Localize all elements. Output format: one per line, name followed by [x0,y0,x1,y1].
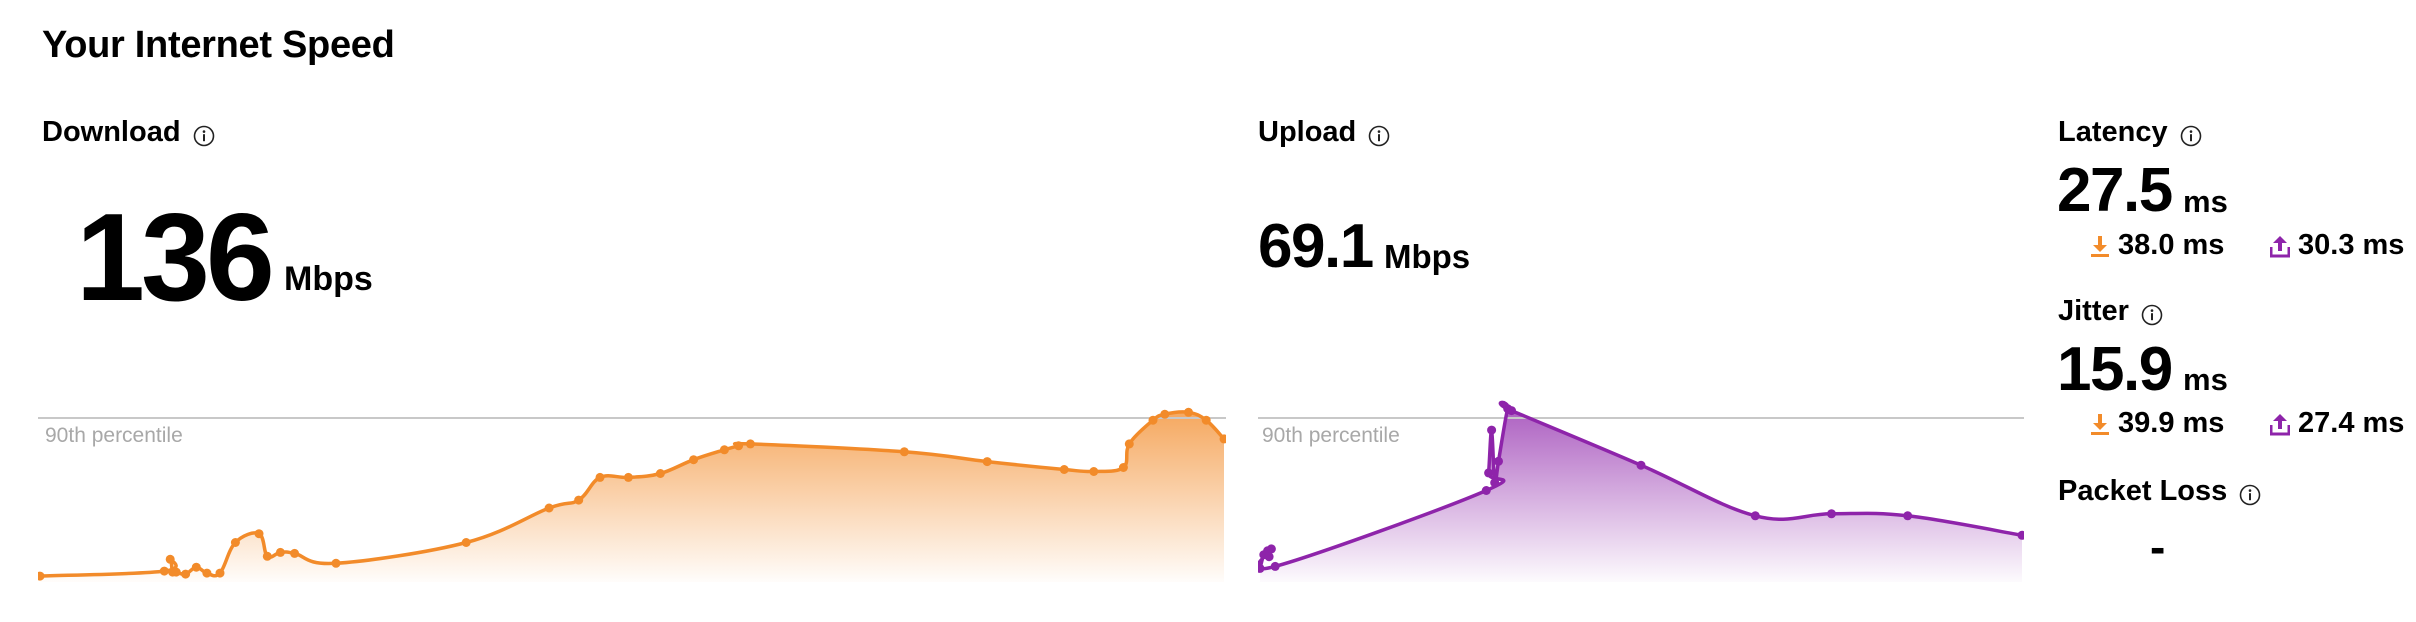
download-point [165,554,175,564]
download-point [1124,439,1134,449]
download-point [1059,465,1069,474]
download-point [202,568,212,578]
upload-point [1266,544,1276,554]
upload-speed-value: 69.1 [1258,212,1374,281]
download-area [40,411,1224,582]
download-point [595,472,605,482]
download-point [544,503,554,513]
packet-loss-value: - [2150,521,2166,573]
download-point [254,529,264,539]
download-speed-value: 136 [76,189,275,327]
info-icon[interactable] [1368,122,1390,146]
download-point [655,469,665,478]
upload-point [1487,425,1497,435]
jitter-unit: ms [2183,362,2228,397]
upload-point [1264,552,1274,562]
info-icon[interactable] [2141,301,2163,325]
download-speed-unit: Mbps [284,260,373,298]
download-point [191,562,201,572]
download-point [171,567,181,577]
upload-point [1750,511,1760,521]
download-point [1184,407,1193,417]
jitter-value: 15.9 [2057,335,2173,404]
download-point [689,455,699,465]
download-point [159,566,169,576]
download-point [719,445,729,455]
upload-point [1490,478,1500,488]
info-icon[interactable] [2239,481,2261,505]
jitter-download: 39.9 ms [2090,407,2224,440]
download-point [230,538,240,547]
latency-label: Latency [2058,116,2168,148]
upload-point [1481,486,1491,495]
jitter-download-value: 39.9 ms [2118,407,2225,439]
download-label-row: Download [42,116,215,149]
download-chart: 90th percentile [38,407,1226,582]
download-point [1160,409,1170,419]
info-icon[interactable] [193,122,215,146]
download-point [262,551,272,561]
latency-download-value: 38.0 ms [2118,229,2225,261]
jitter-upload: 27.4 ms [2270,407,2404,440]
download-point [574,495,584,505]
upload-point [1484,468,1494,478]
packet-loss-label-row: Packet Loss [2058,475,2261,508]
page-title: Your Internet Speed [42,24,395,66]
download-point [899,447,909,457]
upload-point [1903,511,1913,521]
latency-upload: 30.3 ms [2270,229,2404,262]
latency-unit: ms [2183,184,2228,219]
download-point [982,457,992,467]
download-point [745,439,755,449]
upload-speed-unit: Mbps [1384,238,1471,275]
upload-point [1494,456,1503,466]
upload-percentile-label: 90th percentile [1262,424,1400,447]
latency-download: 38.0 ms [2090,229,2224,262]
upload-point [1636,460,1646,470]
latency-value: 27.5 [2057,156,2173,225]
jitter-upload-value: 27.4 ms [2298,407,2405,439]
upload-icon [2270,413,2290,435]
upload-label: Upload [1258,116,1357,148]
download-point [181,569,191,579]
download-point [1089,467,1099,476]
download-point [623,472,633,482]
upload-chart: 90th percentile [1258,400,2024,582]
download-icon [2091,235,2109,257]
download-percentile-label: 90th percentile [45,424,183,447]
jitter-label: Jitter [2058,295,2129,327]
download-point [461,538,471,547]
download-point [290,548,300,558]
jitter-label-row: Jitter [2058,295,2163,328]
download-point [1148,415,1158,425]
info-icon[interactable] [2180,122,2202,146]
upload-point [1827,509,1836,519]
download-point [734,441,744,451]
upload-point [1270,561,1280,571]
download-point [1201,415,1211,425]
download-point [215,568,225,578]
latency-upload-value: 30.3 ms [2298,229,2405,261]
download-label: Download [42,116,181,148]
download-point [331,558,341,568]
download-point [275,547,285,557]
upload-point [1507,406,1516,416]
latency-label-row: Latency [2058,116,2202,149]
upload-label-row: Upload [1258,116,1390,149]
download-point [1118,463,1128,472]
packet-loss-label: Packet Loss [2058,475,2228,507]
upload-icon [2270,235,2290,257]
download-icon [2091,413,2109,435]
